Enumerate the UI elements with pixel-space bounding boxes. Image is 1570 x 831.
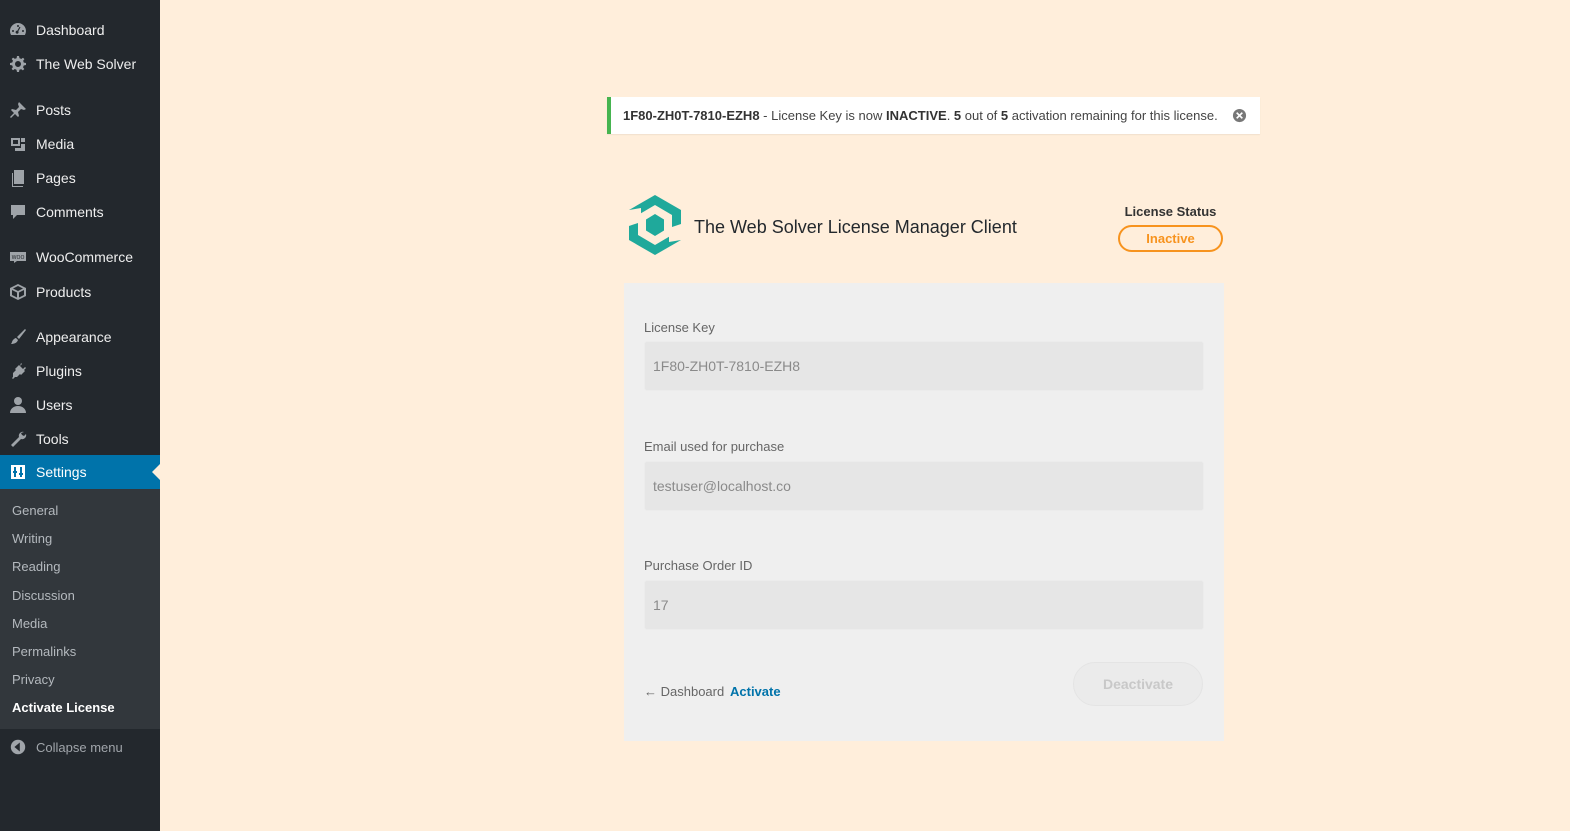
plugin-title: The Web Solver License Manager Client (694, 217, 1017, 237)
sidebar-item-label: Settings (36, 464, 87, 480)
sidebar-item-plugins[interactable]: Plugins (0, 354, 160, 388)
sidebar-item-media[interactable]: Media (0, 127, 160, 161)
sidebar-item-comments[interactable]: Comments (0, 195, 160, 229)
submenu-item-discussion[interactable]: Discussion (12, 588, 75, 603)
box-icon (0, 282, 36, 302)
collapse-menu-button[interactable]: Collapse menu (0, 734, 160, 760)
collapse-arrow-icon (0, 738, 36, 756)
sidebar-item-pages[interactable]: Pages (0, 161, 160, 195)
sidebar-item-users[interactable]: Users (0, 388, 160, 422)
sidebar-item-woocommerce[interactable]: WOO WooCommerce (0, 240, 160, 274)
submenu-item-media[interactable]: Media (12, 616, 47, 631)
email-input[interactable] (644, 461, 1204, 511)
sidebar-item-label: Pages (36, 170, 76, 186)
pages-icon (0, 168, 36, 188)
notice-text-part: - License Key is now (759, 108, 887, 123)
license-status-label: License Status (1124, 204, 1217, 219)
brush-icon (0, 327, 36, 347)
web-solver-logo-icon (629, 195, 681, 255)
sidebar-item-the-web-solver[interactable]: The Web Solver (0, 47, 160, 81)
notice-text-part: . (946, 108, 954, 123)
sidebar-item-label: WooCommerce (36, 249, 133, 265)
email-label: Email used for purchase (644, 439, 785, 454)
notice-license-key: 1F80-ZH0T-7810-EZH8 (623, 108, 760, 123)
back-to-dashboard-link[interactable]: ← Dashboard (644, 684, 724, 699)
activate-link[interactable]: Activate (730, 684, 781, 699)
wrench-icon (0, 429, 36, 449)
pin-icon (0, 100, 36, 120)
plug-icon (0, 361, 36, 381)
settings-submenu: General Writing Reading Discussion Media… (0, 489, 160, 729)
sidebar-item-label: Users (36, 397, 73, 413)
sidebar-item-tools[interactable]: Tools (0, 422, 160, 456)
order-id-input[interactable] (644, 580, 1204, 630)
settings-icon (0, 462, 36, 482)
sidebar-item-label: Media (36, 136, 75, 152)
license-key-label: License Key (644, 320, 715, 335)
notice-text: 1F80-ZH0T-7810-EZH8 - License Key is now… (623, 108, 1218, 123)
sidebar-item-label: The Web Solver (36, 56, 137, 72)
sidebar-item-dashboard[interactable]: Dashboard (0, 13, 160, 47)
dismiss-notice-button[interactable] (1232, 108, 1247, 123)
sidebar-item-products[interactable]: Products (0, 275, 160, 309)
woocommerce-icon: WOO (0, 247, 36, 267)
deactivate-button[interactable]: Deactivate (1073, 662, 1203, 706)
sidebar-item-settings[interactable]: Settings (0, 455, 160, 489)
license-notice: 1F80-ZH0T-7810-EZH8 - License Key is now… (607, 97, 1260, 134)
sidebar-item-posts[interactable]: Posts (0, 93, 160, 127)
user-icon (0, 395, 36, 415)
license-status-badge: Inactive (1118, 225, 1223, 252)
submenu-item-activate-license[interactable]: Activate License (12, 700, 115, 715)
notice-text-part: activation remaining for this license. (1008, 108, 1218, 123)
notice-status: INACTIVE (886, 108, 947, 123)
close-icon (1232, 108, 1247, 123)
submenu-item-reading[interactable]: Reading (12, 559, 60, 574)
current-menu-arrow (152, 464, 160, 480)
admin-sidebar: Dashboard The Web Solver Posts Media Pag… (0, 0, 160, 831)
dashboard-icon (0, 20, 36, 40)
media-icon (0, 134, 36, 154)
sidebar-item-label: Appearance (36, 329, 112, 345)
submenu-item-writing[interactable]: Writing (12, 531, 52, 546)
sidebar-item-label: Posts (36, 102, 72, 118)
submenu-item-general[interactable]: General (12, 503, 58, 518)
gear-icon (0, 54, 36, 74)
comment-icon (0, 202, 36, 222)
sidebar-item-label: Plugins (36, 363, 82, 379)
sidebar-item-appearance[interactable]: Appearance (0, 320, 160, 354)
order-id-label: Purchase Order ID (644, 558, 753, 573)
collapse-menu-label: Collapse menu (36, 739, 123, 755)
sidebar-item-label: Dashboard (36, 22, 105, 38)
submenu-item-permalinks[interactable]: Permalinks (12, 644, 76, 659)
sidebar-item-label: Products (36, 284, 92, 300)
license-key-input[interactable] (644, 341, 1204, 391)
notice-text-part: out of (961, 108, 1001, 123)
sidebar-item-label: Comments (36, 204, 104, 220)
svg-text:WOO: WOO (12, 255, 25, 261)
license-form-panel: License Key Email used for purchase Purc… (624, 283, 1224, 741)
submenu-item-privacy[interactable]: Privacy (12, 672, 55, 687)
sidebar-item-label: Tools (36, 431, 69, 447)
